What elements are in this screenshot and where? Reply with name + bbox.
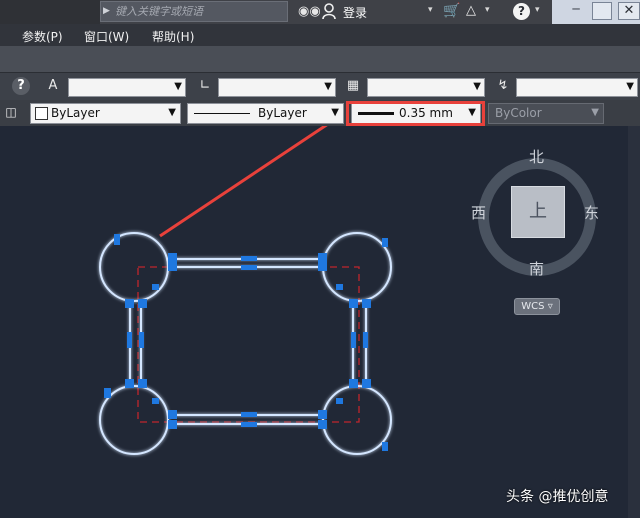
chevron-down-icon: ▼ (331, 107, 339, 118)
hidden-rectangle (137, 266, 360, 423)
title-bar-left (0, 0, 100, 24)
chevron-down-icon: ▿ (547, 301, 553, 312)
dimension-style-combo[interactable]: ▼ (218, 78, 336, 97)
cart-icon[interactable]: 🛒 (443, 3, 460, 19)
help-circle-icon[interactable]: ? (12, 77, 30, 95)
wcs-label: WCS (521, 301, 545, 312)
multileader-style-combo[interactable]: ▼ (516, 78, 638, 97)
color-value: ByLayer (51, 106, 100, 120)
help-dropdown-icon[interactable]: ▾ (535, 5, 540, 15)
a360-dropdown-icon[interactable]: ▾ (485, 5, 490, 15)
search-input[interactable]: 键入关键字或短语 (100, 1, 288, 22)
chevron-down-icon: ▼ (591, 107, 599, 118)
menu-item-help[interactable]: 帮助(H) (152, 28, 194, 45)
compass-west[interactable]: 西 (471, 202, 486, 223)
minimize-button[interactable]: ─ (566, 2, 586, 20)
linetype-preview (194, 113, 250, 114)
multileader-style-icon[interactable]: ↯ (494, 77, 512, 95)
menu-item-window[interactable]: 窗口(W) (84, 28, 129, 45)
wcs-menu-button[interactable]: WCS ▿ (514, 298, 560, 315)
vertical-scrollbar[interactable] (628, 126, 640, 518)
text-style-icon[interactable]: A (44, 77, 62, 95)
viewcube-top-face[interactable]: 上 (511, 186, 565, 238)
dimension-style-icon[interactable]: ∟ (196, 77, 214, 95)
linetype-combo[interactable]: ByLayer ▼ (187, 103, 344, 124)
table-style-icon[interactable]: ▦ (344, 77, 362, 95)
chevron-down-icon: ▼ (174, 81, 182, 92)
ribbon-strip (0, 46, 640, 72)
compass-north[interactable]: 北 (529, 146, 544, 167)
circle-bottom-right (322, 385, 392, 455)
help-icon[interactable]: ? (513, 3, 530, 20)
login-label[interactable]: 登录 (343, 4, 367, 21)
chevron-down-icon: ▼ (324, 81, 332, 92)
color-swatch (35, 107, 48, 120)
chevron-down-icon: ▼ (473, 81, 481, 92)
chevron-down-icon: ▼ (626, 81, 634, 92)
login-dropdown-icon[interactable]: ▾ (428, 5, 433, 15)
close-button[interactable]: ✕ (618, 2, 640, 20)
search-expand-icon[interactable]: ▶ (103, 6, 110, 16)
color-combo[interactable]: ByLayer ▼ (30, 103, 181, 124)
autodesk-a360-icon[interactable]: △ (466, 3, 476, 18)
table-style-combo[interactable]: ▼ (367, 78, 485, 97)
compass-south[interactable]: 南 (529, 258, 544, 279)
binoculars-icon[interactable]: ◉◉ (298, 4, 321, 19)
chevron-down-icon: ▼ (168, 107, 176, 118)
text-style-combo[interactable]: ▼ (68, 78, 186, 97)
user-icon[interactable] (322, 3, 336, 19)
plot-style-combo[interactable]: ByColor ▼ (488, 103, 604, 124)
lineweight-highlight (346, 101, 485, 126)
circle-top-left (99, 232, 169, 302)
restore-button[interactable] (592, 2, 612, 20)
annotation-arrow (159, 126, 328, 238)
menu-item-params[interactable]: 参数(P) (22, 28, 63, 45)
watermark: 头条 @推优创意 (506, 489, 609, 505)
linetype-value: ByLayer (258, 106, 307, 120)
layer-match-icon[interactable]: ◫ (2, 103, 20, 121)
compass-east[interactable]: 东 (584, 202, 599, 223)
plot-style-value: ByColor (495, 106, 542, 120)
